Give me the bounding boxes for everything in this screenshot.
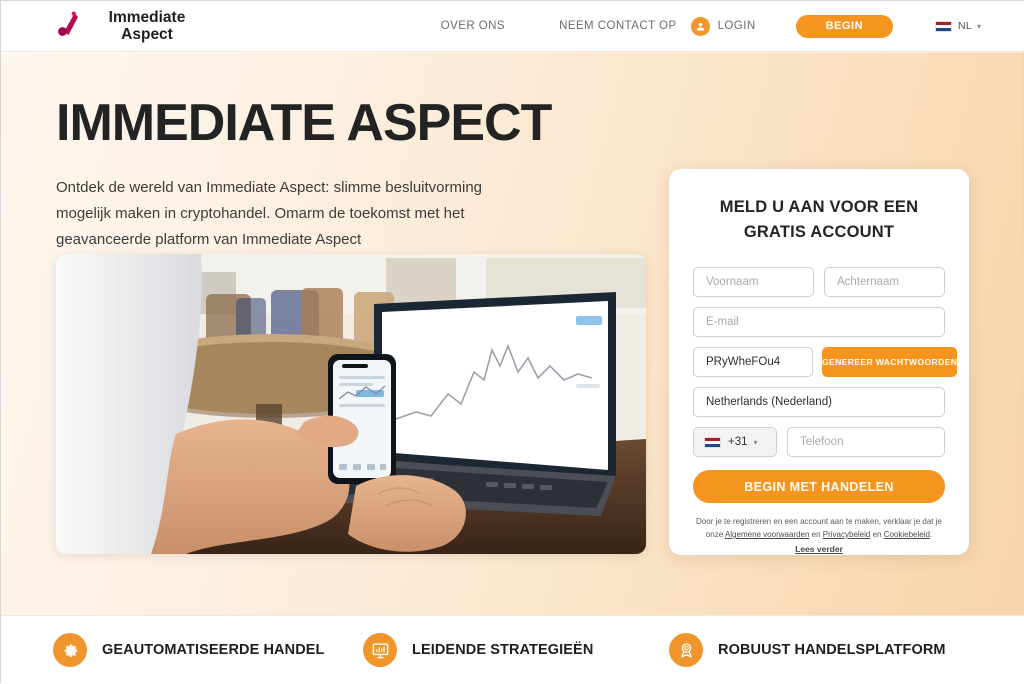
legal-sep-2: en	[870, 530, 884, 539]
netherlands-flag-icon	[934, 20, 952, 32]
award-medal-icon	[669, 633, 703, 667]
login-link[interactable]: LOGIN	[690, 16, 756, 36]
hero-photo	[56, 254, 646, 554]
read-more-link[interactable]: Lees verder	[693, 543, 945, 556]
brand-name: Immediate Aspect	[101, 9, 193, 43]
legal-line-2: onze Algemene voorwaarden en Privacybele…	[693, 528, 945, 541]
feature-label: ROBUUST HANDELSPLATFORM	[718, 642, 946, 658]
feature-label: LEIDENDE STRATEGIEËN	[412, 642, 594, 658]
begin-button[interactable]: BEGIN	[795, 14, 893, 38]
submit-button[interactable]: BEGIN MET HANDELEN	[693, 470, 945, 503]
feature-robuust-handelsplatform: ROBUUST HANDELSPLATFORM	[669, 633, 946, 667]
features-bar: GEAUTOMATISEERDE HANDEL LEIDENDE STRATEG…	[1, 615, 1024, 684]
hero-subtitle: Ontdek de wereld van Immediate Aspect: s…	[56, 179, 483, 248]
dial-code-select[interactable]: +31 ▾	[693, 427, 777, 457]
feature-label: GEAUTOMATISEERDE HANDEL	[102, 642, 325, 658]
terms-link[interactable]: Algemene voorwaarden	[725, 530, 810, 539]
feature-geautomatiseerde-handel: GEAUTOMATISEERDE HANDEL	[53, 633, 325, 667]
gear-icon	[53, 633, 87, 667]
generate-password-button[interactable]: GENEREER WACHTWOORDEN	[822, 347, 958, 377]
phone-row: +31 ▾	[693, 427, 945, 457]
nav-item-over-ons[interactable]: OVER ONS	[441, 20, 505, 32]
brand-name-line2: Aspect	[121, 26, 173, 43]
password-row: GENEREER WACHTWOORDEN	[693, 347, 958, 377]
privacy-link[interactable]: Privacybeleid	[823, 530, 871, 539]
brand-name-line1: Immediate	[108, 9, 186, 26]
language-selector[interactable]: NL ▾	[934, 20, 981, 32]
immediate-aspect-logo-icon	[49, 5, 91, 47]
main-nav: OVER ONS NEEM CONTACT OP LOGIN BEGIN NL …	[441, 14, 981, 38]
chevron-down-icon: ▾	[753, 437, 758, 447]
language-label: NL	[957, 20, 972, 32]
legal-sep-1: en	[809, 530, 823, 539]
nav-item-neem-contact-op[interactable]: NEEM CONTACT OP	[559, 20, 677, 32]
feature-leidende-strategieen: LEIDENDE STRATEGIEËN	[363, 633, 593, 667]
user-badge-icon	[690, 16, 710, 36]
monitor-chart-icon	[363, 633, 397, 667]
cookie-link[interactable]: Cookiebeleid	[884, 530, 930, 539]
login-label: LOGIN	[717, 20, 756, 32]
first-name-input[interactable]	[693, 267, 814, 297]
site-header: Immediate Aspect OVER ONS NEEM CONTACT O…	[1, 1, 1024, 52]
country-select[interactable]	[693, 387, 945, 417]
hero-text-block: IMMEDIATE ASPECT Ontdek de wereld van Im…	[56, 93, 616, 253]
email-input[interactable]	[693, 307, 945, 337]
last-name-input[interactable]	[824, 267, 945, 297]
landing-page: Immediate Aspect OVER ONS NEEM CONTACT O…	[0, 0, 1024, 684]
brand-logo[interactable]: Immediate Aspect	[49, 5, 193, 47]
name-fields-row	[693, 267, 945, 297]
signup-form-card: MELD U AAN VOOR EEN GRATIS ACCOUNT GENER…	[669, 169, 969, 555]
legal-disclaimer: Door je te registreren en een account aa…	[693, 515, 945, 556]
legal-prefix: onze	[705, 530, 725, 539]
netherlands-flag-icon	[704, 436, 721, 448]
legal-line-1: Door je te registreren en een account aa…	[696, 517, 942, 526]
phone-input[interactable]	[787, 427, 945, 457]
signup-title: MELD U AAN VOOR EEN GRATIS ACCOUNT	[719, 198, 919, 241]
password-input[interactable]	[693, 347, 813, 377]
legal-suffix: .	[929, 530, 933, 539]
chevron-down-icon: ▾	[976, 21, 981, 31]
dial-code-label: +31	[728, 436, 748, 448]
page-title: IMMEDIATE ASPECT	[56, 94, 552, 152]
